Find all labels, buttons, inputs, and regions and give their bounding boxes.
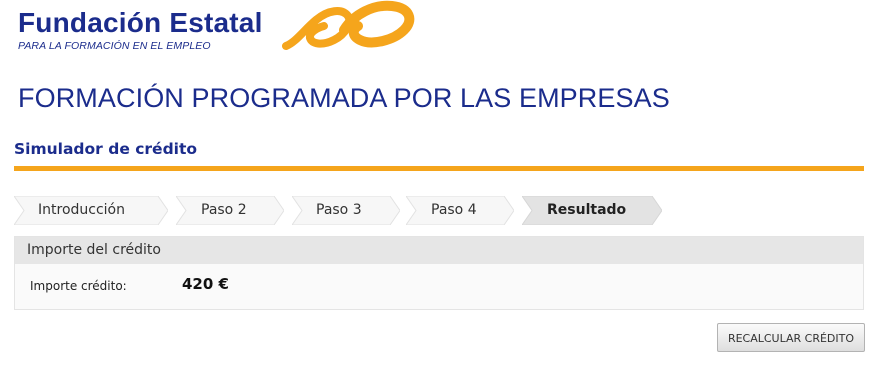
step-label: Paso 2 [201, 202, 247, 218]
step-label: Resultado [547, 202, 627, 218]
infinity-swoosh-logo [282, 0, 422, 56]
step-label: Paso 4 [431, 202, 477, 218]
brand-name: Fundación Estatal [18, 7, 263, 38]
result-panel: Importe del crédito Importe crédito: 420… [14, 236, 864, 310]
result-row: Importe crédito: 420 € [15, 264, 863, 309]
brand-block: Fundación Estatal PARA LA FORMACIÓN EN E… [18, 7, 263, 53]
step-label: Introducción [38, 202, 125, 218]
section-divider [14, 166, 864, 171]
credit-amount-value: 420 € [182, 275, 229, 293]
recalculate-credit-button[interactable]: RECALCULAR CRÉDITO [717, 323, 865, 352]
step-label: Paso 3 [316, 202, 362, 218]
page-title: FORMACIÓN PROGRAMADA POR LAS EMPRESAS [18, 83, 670, 113]
credit-amount-label: Importe crédito: [30, 279, 127, 293]
result-panel-header: Importe del crédito [15, 237, 863, 264]
brand-subtitle: PARA LA FORMACIÓN EN EL EMPLEO [18, 40, 211, 52]
section-title: Simulador de crédito [14, 140, 198, 158]
